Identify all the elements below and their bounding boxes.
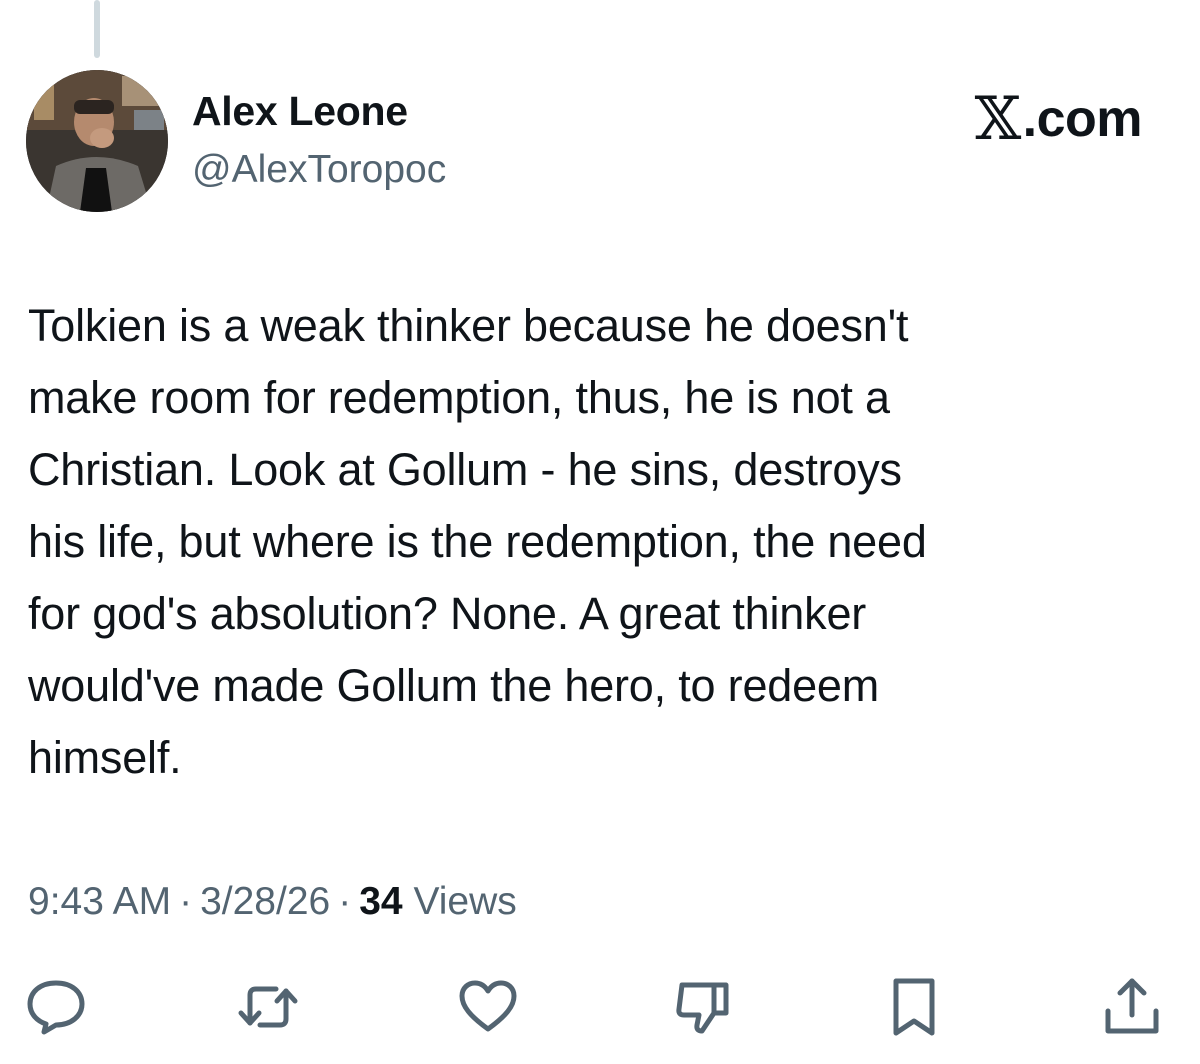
views-label: Views	[413, 880, 517, 923]
heart-icon	[459, 980, 517, 1032]
meta-separator: ·	[338, 880, 352, 923]
reply-button[interactable]	[24, 975, 88, 1039]
bookmark-icon	[893, 978, 935, 1036]
dislike-button[interactable]	[670, 975, 734, 1039]
like-button[interactable]	[456, 975, 520, 1039]
thumbs-down-icon	[676, 982, 729, 1034]
share-button[interactable]	[1100, 975, 1164, 1039]
avatar[interactable]	[26, 70, 168, 212]
tweet-date[interactable]: 3/28/26	[200, 880, 330, 923]
views-count: 34	[359, 880, 403, 923]
bookmark-button[interactable]	[882, 975, 946, 1039]
tweet-meta: 9:43 AM · 3/28/26 · 34 Views	[28, 880, 517, 924]
thread-connector-line	[94, 0, 100, 58]
brand-logo: 𝕏 .com	[974, 84, 1143, 154]
tweet-text: Tolkien is a weak thinker because he doe…	[28, 300, 927, 783]
tweet-time[interactable]: 9:43 AM	[28, 880, 171, 923]
share-upload-icon	[1105, 978, 1159, 1034]
meta-separator: ·	[179, 880, 193, 923]
user-handle[interactable]: @AlexToropoc	[192, 148, 446, 192]
avatar-photo	[26, 70, 168, 212]
brand-domain: .com	[1022, 90, 1143, 148]
repost-arrows-icon	[238, 986, 298, 1028]
x-logo-icon: 𝕏	[974, 84, 1022, 154]
action-bar	[0, 975, 1200, 1045]
speech-bubble-icon	[27, 980, 85, 1035]
repost-button[interactable]	[236, 975, 300, 1039]
display-name[interactable]: Alex Leone	[192, 88, 408, 135]
